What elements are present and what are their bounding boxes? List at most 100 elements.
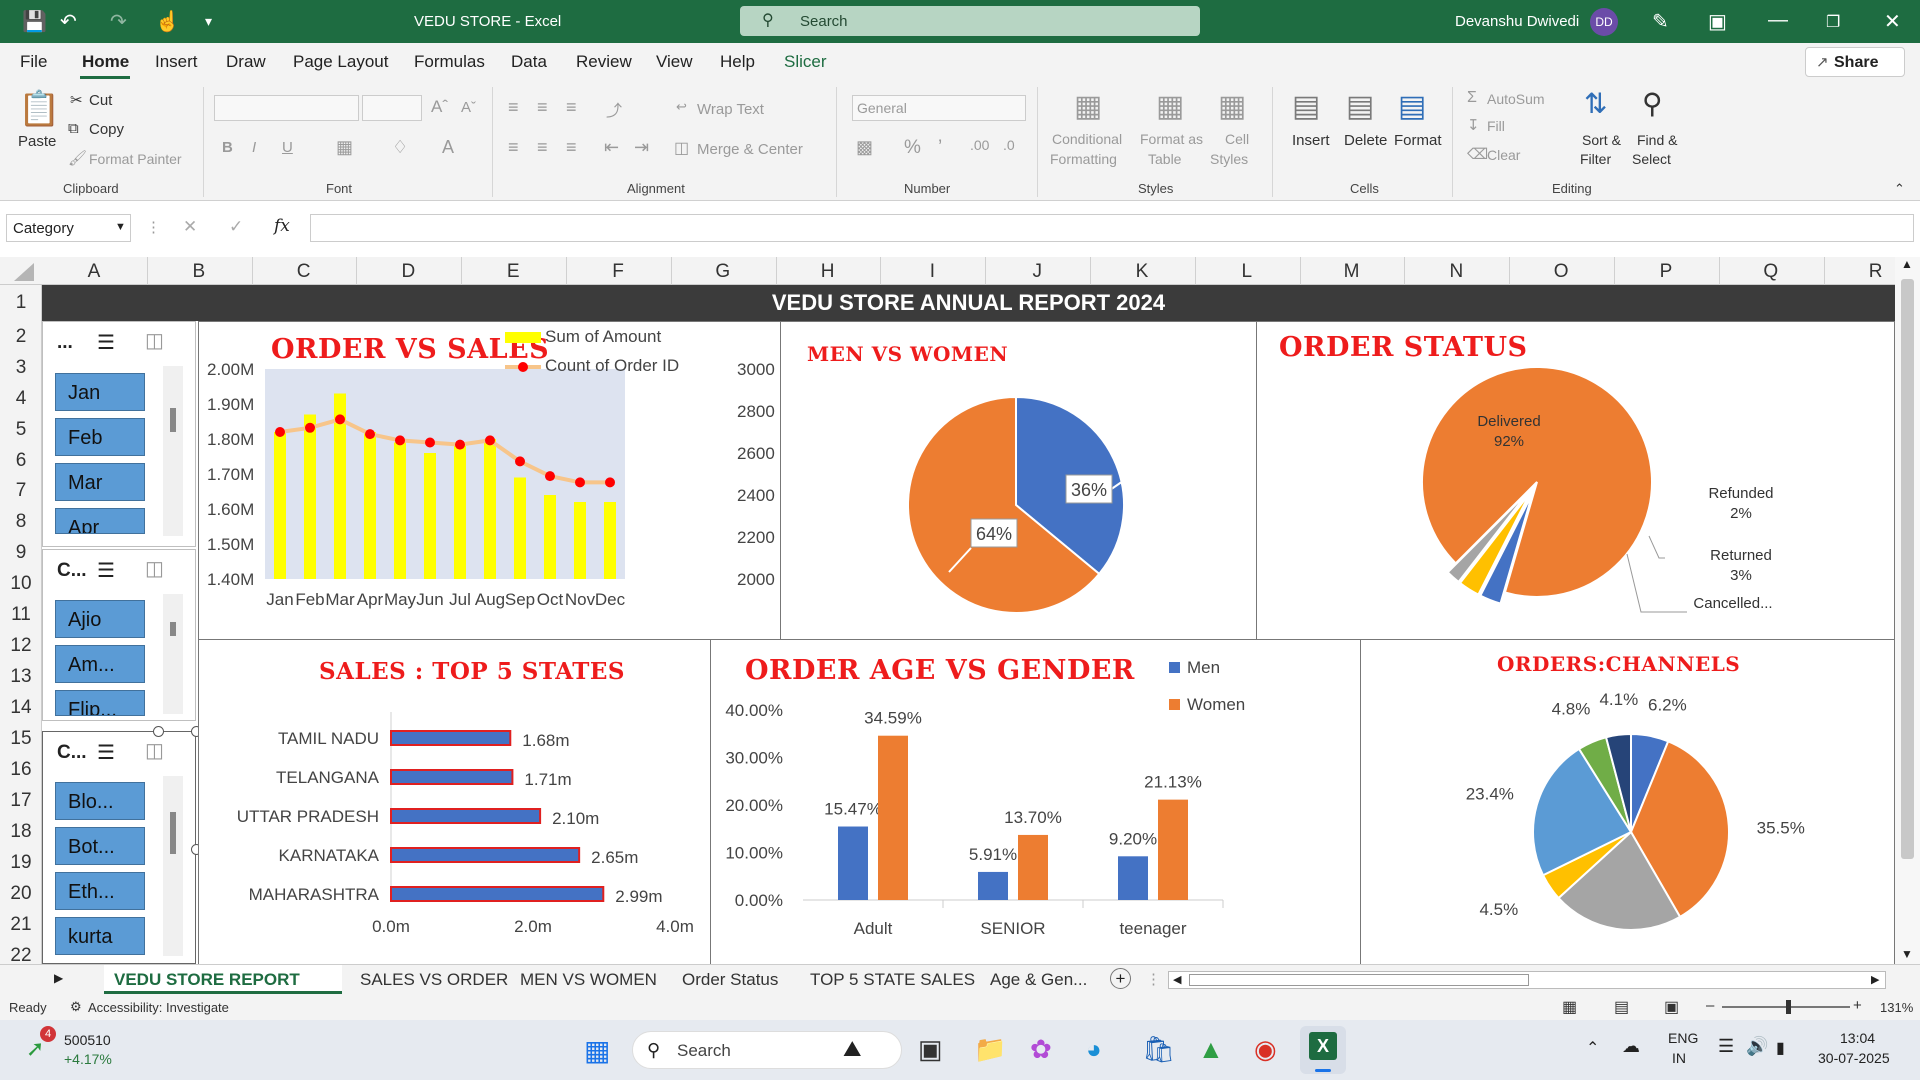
column-header-q[interactable]: Q [1719,261,1823,283]
cell-styles-icon[interactable]: ▦ [1218,89,1246,124]
tab-data[interactable]: Data [511,52,547,72]
order-status-chart[interactable]: ORDER STATUS Delivered 92% Refunded 2% Retur… [1256,321,1895,643]
page-break-icon[interactable]: ▣ [1664,997,1679,1017]
sheet-tab-age-gender[interactable]: Age & Gen... [990,970,1087,990]
column-header-p[interactable]: P [1614,261,1718,283]
clear-button[interactable]: Clear [1487,147,1520,163]
slicer-item-mar[interactable]: Mar [55,463,145,501]
increase-indent-icon[interactable]: ⇥ [634,137,649,158]
column-header-b[interactable]: B [147,261,251,283]
normal-view-icon[interactable]: ▦ [1562,997,1577,1017]
row-header-19[interactable]: 19 [0,847,42,878]
font-color-icon[interactable]: A [442,137,454,158]
undo-icon[interactable]: ↶ [60,9,77,34]
sheet-tab-order-status[interactable]: Order Status [682,970,778,990]
tab-review[interactable]: Review [576,52,632,72]
category-slicer[interactable]: C... ☰ ◫ Blo... Bot... Eth... kurta [42,731,196,964]
formula-input[interactable] [310,214,1914,242]
row-header-9[interactable]: 9 [0,537,42,568]
sort-filter-icon[interactable]: ⇅ [1584,87,1607,120]
sort-filter-button[interactable]: Sort & [1582,132,1621,148]
scroll-right-icon[interactable]: ▶ [1871,973,1879,986]
column-header-g[interactable]: G [671,261,775,283]
column-header-l[interactable]: L [1195,261,1299,283]
row-header-15[interactable]: 15 [0,723,42,754]
conditional-formatting-button[interactable]: Conditional [1052,131,1122,147]
shrink-font-icon[interactable]: Aˇ [461,99,476,116]
clock-time[interactable]: 13:04 [1840,1030,1875,1046]
align-bottom-icon[interactable]: ≡ [566,97,577,118]
store-icon[interactable]: 🛍 [1142,1034,1175,1065]
globe-icon[interactable]: ☰ [1718,1036,1734,1057]
delete-cells-icon[interactable]: ▤ [1346,89,1374,124]
sheet-tab-top5[interactable]: TOP 5 STATE SALES [810,970,975,990]
fill-color-icon[interactable]: ♢ [392,137,408,158]
task-view-icon[interactable]: ▣ [918,1034,943,1065]
find-select-icon[interactable]: ⚲ [1642,87,1663,120]
format-painter-button[interactable]: Format Painter [89,151,182,167]
column-header-c[interactable]: C [252,261,356,283]
clear-filter-icon[interactable]: ◫ [145,738,164,763]
column-header-i[interactable]: I [880,261,984,283]
file-explorer-icon[interactable]: 📁 [974,1034,1006,1065]
tab-view[interactable]: View [656,52,693,72]
align-middle-icon[interactable]: ≡ [537,97,548,118]
pen-icon[interactable]: ✎ [1652,9,1669,34]
tab-insert[interactable]: Insert [155,52,198,72]
row-header-4[interactable]: 4 [0,383,42,414]
sheet-tab-men-vs-women[interactable]: MEN VS WOMEN [520,970,657,990]
percent-icon[interactable]: % [904,137,921,159]
redo-icon[interactable]: ↷ [110,9,127,34]
scroll-down-icon[interactable]: ▼ [1901,947,1913,961]
copy-button[interactable]: Copy [89,121,124,138]
column-header-f[interactable]: F [566,261,670,283]
ribbon-display-icon[interactable]: ▣ [1708,9,1727,34]
row-header-11[interactable]: 11 [0,599,42,630]
borders-icon[interactable]: ▦ [336,137,353,158]
autosum-icon[interactable]: Σ [1467,89,1477,107]
tab-slicer[interactable]: Slicer [784,52,827,72]
autosum-button[interactable]: AutoSum [1487,91,1545,107]
bold-icon[interactable]: B [222,139,233,156]
column-header-k[interactable]: K [1090,261,1194,283]
slicer-item-flipkart[interactable]: Flip... [55,690,145,716]
cancel-icon[interactable]: ✕ [183,217,197,237]
format-cells-button[interactable]: Format [1394,132,1442,149]
row-header-1[interactable]: 1 [0,285,42,321]
zoom-level[interactable]: 131% [1880,1000,1913,1015]
row-header-18[interactable]: 18 [0,816,42,847]
find-select-button[interactable]: Find & [1637,132,1677,148]
orders-channels-chart[interactable]: ORDERS:CHANNELS 6.2%35.5%21.6%4.5%23.4%4… [1360,639,1895,964]
format-as-table-button[interactable]: Format as [1140,131,1203,147]
font-size-dropdown[interactable] [362,95,422,121]
zoom-in-icon[interactable]: + [1853,997,1862,1014]
row-header-8[interactable]: 8 [0,506,42,537]
slicer-item-ajio[interactable]: Ajio [55,600,145,638]
close-icon[interactable]: ✕ [1884,9,1901,34]
align-top-icon[interactable]: ≡ [508,97,519,118]
wrap-text-icon[interactable]: ↩ [676,99,687,115]
increase-decimal-icon[interactable]: .00 [970,137,989,153]
slicer-item-apr[interactable]: Apr [55,508,145,534]
row-header-16[interactable]: 16 [0,754,42,785]
merge-center-icon[interactable]: ◫ [674,138,689,158]
slicer-item-kurta[interactable]: kurta [55,917,145,955]
clear-filter-icon[interactable]: ◫ [145,328,164,353]
slicer-scrollbar[interactable] [163,776,183,956]
number-format-dropdown[interactable]: General [852,95,1026,121]
slicer-item-bottom[interactable]: Bot... [55,827,145,865]
slicer-scrollbar[interactable] [163,594,183,714]
underline-icon[interactable]: U [282,139,293,156]
minimize-icon[interactable]: — [1768,9,1788,32]
touch-mode-icon[interactable]: ☝ [155,9,180,34]
italic-icon[interactable]: I [252,139,256,156]
save-icon[interactable]: 💾 [22,9,47,34]
share-button[interactable]: ↗ Share [1805,47,1905,77]
column-header-d[interactable]: D [356,261,460,283]
zoom-slider[interactable] [1722,1000,1850,1014]
channel-slicer[interactable]: C... ☰ ◫ Ajio Am... Flip... [42,549,196,721]
align-left-icon[interactable]: ≡ [508,137,519,158]
column-header-o[interactable]: O [1509,261,1613,283]
sheet-tab-sales-vs-order[interactable]: SALES VS ORDER [360,970,508,990]
row-header-20[interactable]: 20 [0,878,42,909]
